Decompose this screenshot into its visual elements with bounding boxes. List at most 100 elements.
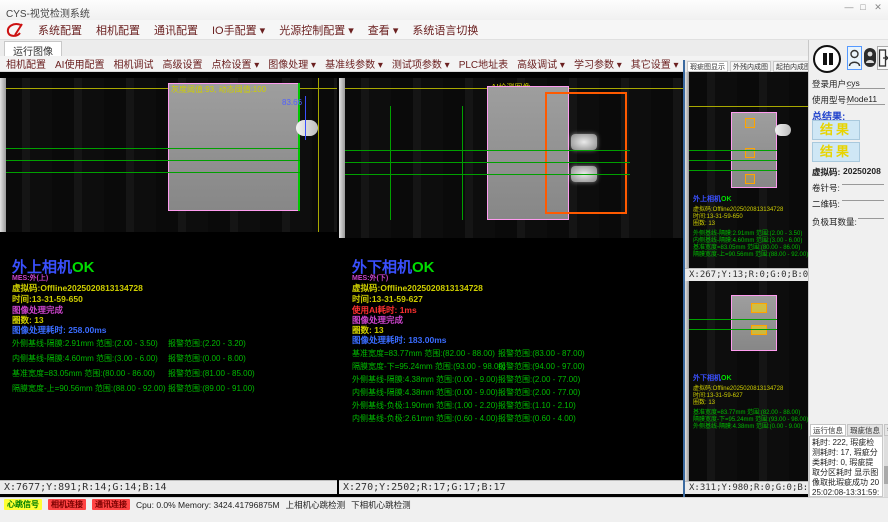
tool-image-processing[interactable]: 图像处理 ▾ [268, 56, 316, 71]
green-measure-line [689, 319, 777, 320]
result-ok: OK [721, 375, 732, 382]
tool-other-settings[interactable]: 其它设置 ▾ [631, 56, 679, 71]
green-measure-line [345, 162, 630, 163]
upper-camera-heartbeat: 上相机心跳检测 [286, 499, 346, 511]
result-ok: OK [721, 196, 732, 203]
green-measure-line [689, 170, 777, 171]
blue-measure-line [305, 96, 306, 140]
measurement-alarm: 报警范围:(0.00 - 8.00) [168, 353, 246, 364]
menu-language-switch[interactable]: 系统语言切换 [412, 22, 478, 38]
tool-plc-address[interactable]: PLC地址表 [459, 56, 508, 71]
thumb-bottom-coord-readout: X:311;Y:980;R:0;G:0;B:0 [685, 481, 808, 494]
green-measure-line [6, 148, 300, 149]
menu-light-config[interactable]: 光源控制配置 ▾ [279, 22, 354, 38]
exit-button[interactable] [877, 46, 888, 70]
tab-metal-blob [571, 134, 597, 150]
menu-system-config[interactable]: 系统配置 [38, 22, 82, 38]
menu-comm-config[interactable]: 通讯配置 [154, 22, 198, 38]
tool-ai-config[interactable]: AI使用配置 [55, 56, 104, 71]
green-measure-line [689, 329, 777, 330]
app-window: { "window": { "title": "CYS-视觉检测系统", "co… [0, 0, 888, 522]
thumb-bottom-image[interactable]: 外下相机OK 虚拟码:Offline2025020813134728 时间:13… [685, 281, 808, 481]
pause-button[interactable] [813, 45, 841, 73]
measurement-value: 隔膜宽度-下=95.24mm 范围:(93.00 - 98.00) [352, 361, 506, 372]
measurement-value: 内侧基线-负极:2.61mm 范围:(0.60 - 4.00) [352, 413, 498, 424]
tab-error-info[interactable]: 错误信息 [884, 424, 888, 436]
result-ok: OK [412, 259, 435, 276]
left-coord-readout: X:7677;Y:891;R:14;G:14;B:14 [0, 480, 337, 494]
green-vertical-line [390, 106, 391, 220]
measurement-value: 外侧基线-负极:1.90mm 范围:(1.00 - 2.20) [352, 400, 498, 411]
pause-icon [829, 53, 833, 65]
neg-tab-count-field [858, 208, 884, 219]
ai-detect-box [545, 92, 627, 214]
model-label: 使用型号: [812, 94, 848, 106]
tool-camera-config[interactable]: 相机配置 [6, 56, 46, 71]
minimize-icon[interactable]: — [842, 2, 856, 12]
maximize-icon[interactable]: □ [856, 2, 870, 12]
window-title: CYS-视觉检测系统 [6, 5, 90, 20]
green-measure-line [345, 174, 630, 175]
camera-name: 外下相机 [693, 375, 721, 382]
camera-connect-badge: 相机连接 [48, 499, 86, 510]
operator-icon [864, 54, 876, 71]
user-login-button[interactable] [847, 46, 862, 70]
menu-camera-config[interactable]: 相机配置 [96, 22, 140, 38]
tab-defect-view[interactable]: 瑕疵图显示 [687, 61, 728, 72]
log-scrollbar[interactable] [884, 436, 888, 497]
middle-coord-readout: X:270;Y:2502;R:17;G:17;B:17 [339, 480, 683, 494]
measurement-alarm: 报警范围:(1.10 - 2.10) [498, 400, 576, 411]
green-measure-line [689, 150, 777, 151]
measurement-value: 外侧基线-隔膜:2.91mm 范围:(2.00 - 3.50) [12, 338, 158, 349]
tab-outer-view[interactable]: 外残内成图 [730, 61, 771, 72]
middle-camera-image[interactable]: AI检测图像 [339, 78, 683, 238]
tab-run-info[interactable]: 运行信息 [810, 424, 846, 436]
tab-marker [745, 174, 755, 184]
close-icon[interactable]: ✕ [871, 2, 885, 13]
tool-spot-check[interactable]: 点检设置 ▾ [211, 56, 259, 71]
model-value: Mode11 [847, 94, 885, 105]
image-left-edge [685, 281, 689, 481]
thumb-tab-strip: 瑕疵图显示 外残内成图 起拍内成图 [685, 60, 808, 72]
threshold-annotation: 灰度阈值:93, 动态阈值:100 [171, 84, 266, 95]
tool-baseline-params[interactable]: 基准线参数 ▾ [325, 56, 383, 71]
qr-code-label: 二维码: [812, 198, 840, 210]
thumb-measure: 外侧基线-隔膜:4.38mm 范围:(0.00 - 9.00) [693, 421, 802, 430]
scrollbar-thumb[interactable] [884, 466, 888, 484]
middle-elapsed: 图像处理耗时: 183.00ms [352, 334, 446, 346]
measurement-alarm: 报警范围:(2.00 - 77.00) [498, 374, 580, 385]
left-camera-image[interactable]: 灰度阈值:93, 动态阈值:100 83.66 [0, 78, 337, 232]
thumb-top-image[interactable]: 外上相机OK 虚拟码:Offline2025020813134728 时间:13… [685, 72, 808, 268]
thumb-camera-title: 外下相机OK [693, 373, 732, 383]
tool-learning-params[interactable]: 学习参数 ▾ [574, 56, 622, 71]
pin-number-field [842, 174, 884, 185]
qr-code-field [842, 190, 884, 201]
menu-view[interactable]: 查看 ▾ [368, 22, 399, 38]
tool-test-params[interactable]: 测试项参数 ▾ [392, 56, 450, 71]
roller-blob [775, 124, 791, 136]
thumb-info-turns: 圈数: 13 [693, 397, 715, 406]
tool-advanced-debug[interactable]: 高级调试 ▾ [517, 56, 565, 71]
thumb-top-coord-readout: X:267;Y:13;R:0;G:0;B:0 [685, 268, 808, 281]
virtual-code-label: 虚拟码: [812, 166, 840, 178]
tab-defect-info[interactable]: 瑕疵信息 [847, 424, 883, 436]
measurement-alarm: 报警范围:(81.00 - 85.00) [168, 368, 255, 379]
comm-connect-badge: 通讯连接 [92, 499, 130, 510]
left-elapsed: 图像处理耗时: 258.00ms [12, 324, 106, 336]
app-logo-icon [6, 22, 24, 38]
tab-marker [745, 118, 755, 128]
thumb-measure: 隔膜宽度-上=90.56mm 范围:(88.00 - 92.00) [693, 249, 808, 258]
measurement-value: 隔膜宽度-上=90.56mm 范围:(88.00 - 92.00) [12, 383, 166, 394]
measurement-alarm: 报警范围:(2.20 - 3.20) [168, 338, 246, 349]
highlight-marker [751, 303, 767, 313]
tool-camera-debug[interactable]: 相机调试 [113, 56, 153, 71]
width-annotation: 83.66 [282, 98, 302, 107]
operator-button[interactable] [864, 48, 876, 67]
image-left-edge [0, 78, 6, 232]
login-user-label: 登录用户: [812, 78, 848, 90]
menu-io-config[interactable]: IO手配置 ▾ [212, 22, 265, 38]
cpu-memory-readout: Cpu: 0.0% Memory: 3424.41796875M [136, 500, 280, 510]
tool-advanced-settings[interactable]: 高级设置 [162, 56, 202, 71]
exit-door-icon [878, 56, 888, 73]
yellow-vertical-line [318, 78, 319, 232]
